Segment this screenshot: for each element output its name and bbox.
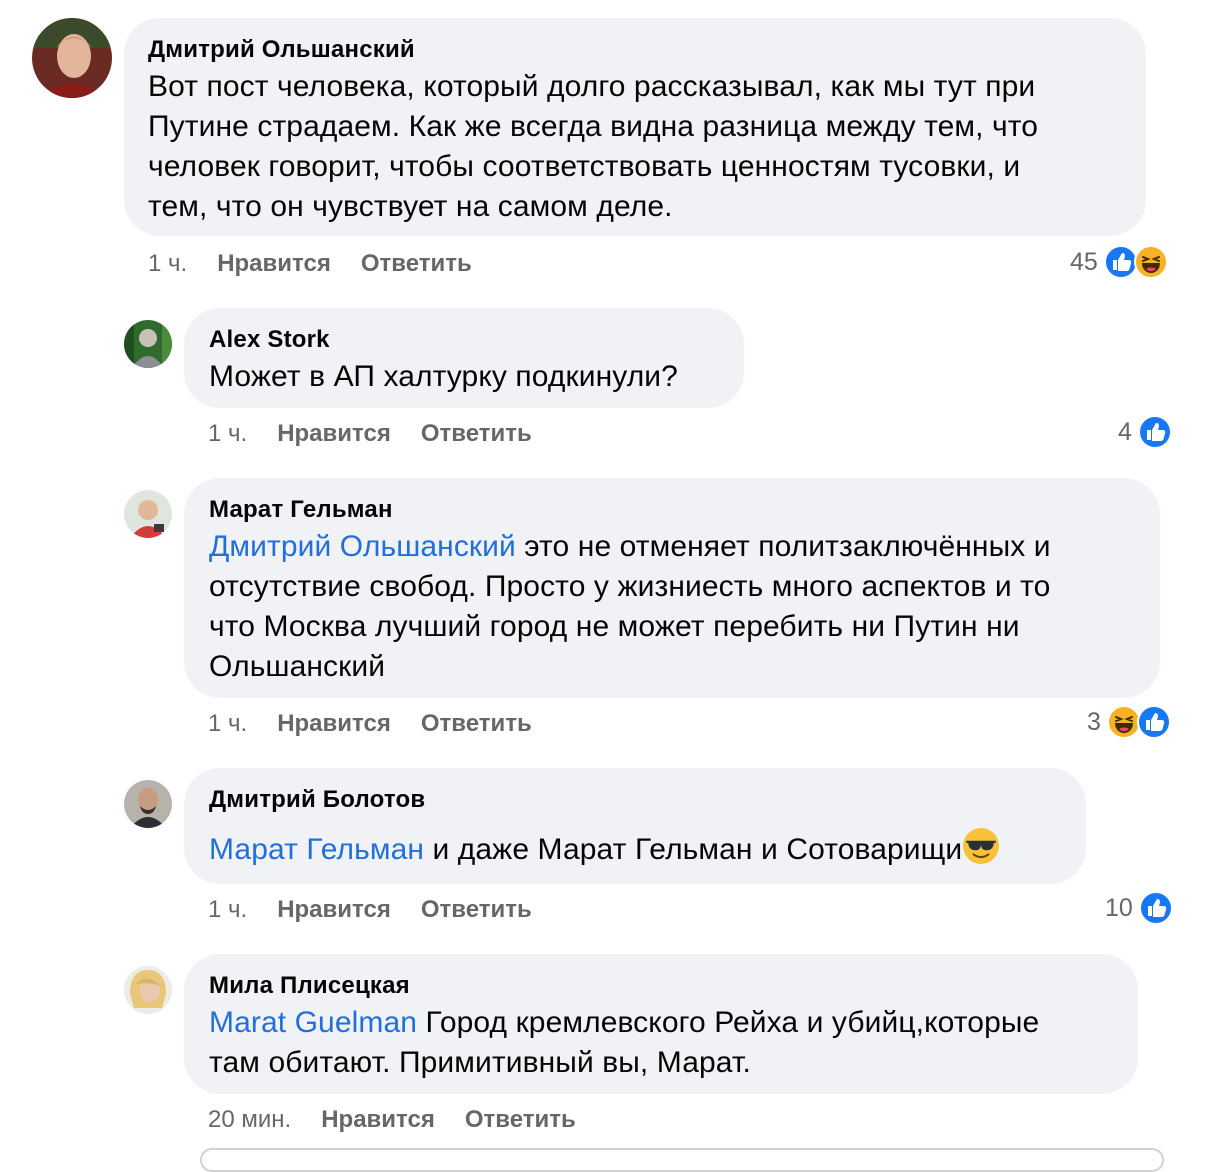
comment-time[interactable]: 20 мин. [208, 1106, 291, 1133]
comment-text-line: отсутствие свобод. Просто у жизниесть мн… [209, 570, 1051, 603]
comment-text-line: Путине страдаем. Как же всегда видна раз… [148, 110, 1039, 143]
reply-input-edge[interactable] [200, 1148, 1164, 1172]
reply-button[interactable]: Ответить [421, 896, 532, 923]
comment-text-line: там обитают. Примитивный вы, Марат. [209, 1046, 751, 1079]
comment-text-line: Может в АП халтурку подкинули? [209, 360, 678, 393]
reaction-summary[interactable]: 10 [1105, 891, 1173, 925]
reply-button[interactable]: Ответить [361, 250, 472, 277]
mention-link[interactable]: Марат Гельман [209, 833, 424, 866]
reply-button[interactable]: Ответить [421, 710, 532, 737]
reply-button[interactable]: Ответить [465, 1106, 576, 1133]
like-button[interactable]: Нравится [217, 250, 331, 277]
like-icon [1103, 245, 1138, 279]
reaction-summary[interactable]: 45 [1070, 245, 1168, 279]
reaction-count: 10 [1105, 893, 1133, 922]
comment-text-line: Вот пост человека, который долго рассказ… [148, 70, 1036, 103]
avatar-image [124, 780, 172, 828]
comment-text: Дмитрий Ольшанский это не отменяет полит… [209, 527, 1051, 687]
like-button[interactable]: Нравится [277, 420, 391, 447]
comment-author[interactable]: Дмитрий Ольшанский [148, 36, 415, 64]
comment-time[interactable]: 1 ч. [208, 420, 247, 447]
haha-icon [1106, 705, 1141, 739]
mention-link[interactable]: Дмитрий Ольшанский [209, 530, 516, 563]
like-button[interactable]: Нравится [277, 896, 391, 923]
haha-icon [1133, 245, 1168, 279]
comment-meta: 20 мин. Нравится Ответить [208, 1106, 576, 1134]
comment-time[interactable]: 1 ч. [208, 896, 247, 923]
reply-button[interactable]: Ответить [421, 420, 532, 447]
comment-text-segment: это не отменяет политзаключённых и [515, 530, 1051, 563]
comment-text-line: Ольшанский [209, 650, 386, 683]
comment-text-line: что Москва лучший город не может перебит… [209, 610, 1020, 643]
avatar-image [124, 490, 172, 538]
comment-text-line: Marat Guelman Город кремлевского Рейха и… [209, 1003, 1039, 1043]
comment-text-line: Дмитрий Ольшанский это не отменяет полит… [209, 527, 1051, 567]
comment-text: Вот пост человека, который долго рассказ… [148, 67, 1038, 227]
avatar[interactable] [124, 490, 172, 538]
comment-author[interactable]: Мила Плисецкая [209, 972, 410, 1000]
avatar[interactable] [124, 320, 172, 368]
comment-meta: 1 ч. Нравится Ответить [208, 896, 532, 924]
reaction-count: 45 [1070, 247, 1098, 276]
comment-text-line: человек говорит, чтобы соответствовать ц… [148, 150, 1021, 183]
comment-meta: 1 ч. Нравится Ответить [208, 710, 532, 738]
avatar[interactable] [32, 18, 112, 98]
like-icon [1138, 891, 1173, 925]
reaction-count: 4 [1118, 417, 1132, 446]
avatar-image [124, 966, 172, 1014]
like-button[interactable]: Нравится [277, 710, 391, 737]
reaction-count: 3 [1087, 707, 1101, 736]
comment-text: Может в АП халтурку подкинули? [209, 357, 678, 397]
avatar[interactable] [124, 780, 172, 828]
avatar-image [124, 320, 172, 368]
reaction-summary[interactable]: 4 [1118, 415, 1172, 449]
like-icon [1137, 415, 1172, 449]
reaction-summary[interactable]: 3 [1087, 705, 1171, 739]
comment-text: Марат Гельман и даже Марат Гельман и Сот… [209, 827, 1000, 870]
comment-author[interactable]: Дмитрий Болотов [209, 786, 425, 814]
comment-text-line: Марат Гельман и даже Марат Гельман и Сот… [209, 827, 1000, 870]
comment-author[interactable]: Alex Stork [209, 326, 330, 354]
avatar[interactable] [124, 966, 172, 1014]
like-icon [1136, 705, 1171, 739]
comment-time[interactable]: 1 ч. [148, 250, 187, 277]
comment-text-segment: и даже Марат Гельман и Сотоварищи [424, 833, 963, 866]
comment-text-line: тем, что он чувствует на самом деле. [148, 190, 673, 223]
mention-link[interactable]: Marat Guelman [209, 1006, 417, 1039]
comment-meta: 1 ч. Нравится Ответить [148, 250, 472, 278]
sunglasses-emoji-icon [963, 828, 1000, 864]
comment-time[interactable]: 1 ч. [208, 710, 247, 737]
avatar-image [32, 18, 112, 98]
comment-text: Marat Guelman Город кремлевского Рейха и… [209, 1003, 1039, 1083]
like-button[interactable]: Нравится [321, 1106, 435, 1133]
comment-meta: 1 ч. Нравится Ответить [208, 420, 532, 448]
comment-text-segment: Город кремлевского Рейха и убийц,которые [417, 1006, 1040, 1039]
comment-author[interactable]: Марат Гельман [209, 496, 393, 524]
